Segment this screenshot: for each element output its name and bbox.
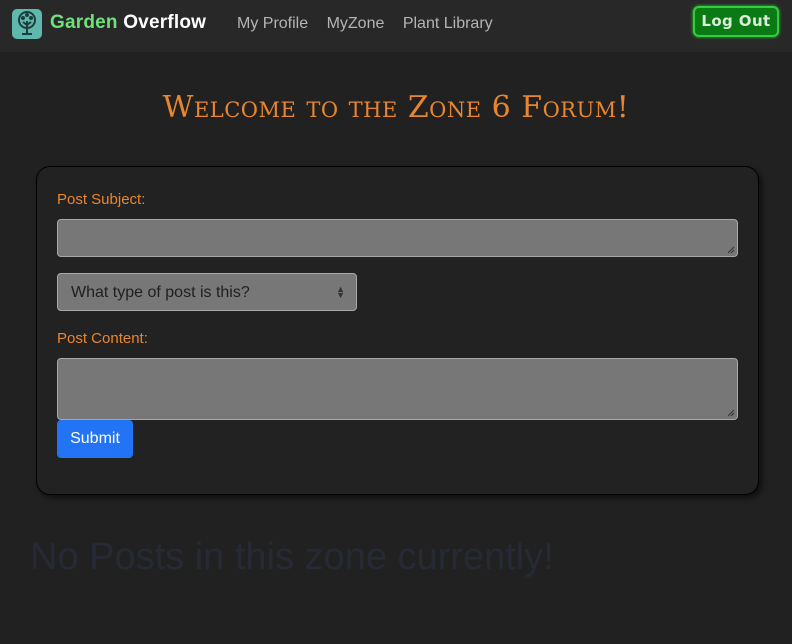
page-title: Welcome to the Zone 6 Forum!	[162, 90, 630, 125]
nav-link-plant-library[interactable]: Plant Library	[403, 15, 493, 33]
post-subject-input[interactable]	[57, 219, 738, 257]
nav-links: My Profile MyZone Plant Library	[237, 15, 507, 33]
tree-icon[interactable]	[12, 9, 42, 39]
resize-handle-icon[interactable]	[727, 246, 735, 254]
brand-name[interactable]: Garden Overflow	[50, 12, 206, 34]
post-type-selected: What type of post is this?	[71, 284, 250, 301]
post-content-label: Post Content:	[57, 330, 148, 347]
new-post-form: Post Subject: What type of post is this?…	[36, 166, 759, 495]
nav-link-myzone[interactable]: MyZone	[327, 15, 385, 33]
logout-button[interactable]: Log Out	[693, 6, 779, 37]
navbar: Garden Overflow My Profile MyZone Plant …	[0, 0, 792, 52]
post-subject-label: Post Subject:	[57, 191, 146, 208]
post-content-textarea[interactable]	[57, 358, 738, 420]
chevron-up-down-icon: ▲ ▼	[336, 284, 345, 300]
brand-name-part1: Garden	[50, 12, 118, 33]
post-type-select[interactable]: What type of post is this? ▲ ▼	[57, 273, 357, 311]
nav-link-my-profile[interactable]: My Profile	[237, 15, 308, 33]
submit-button[interactable]: Submit	[57, 420, 133, 458]
empty-posts-message: No Posts in this zone currently!	[30, 536, 554, 578]
brand-name-part2: Overflow	[123, 12, 207, 33]
resize-handle-icon[interactable]	[727, 409, 735, 417]
